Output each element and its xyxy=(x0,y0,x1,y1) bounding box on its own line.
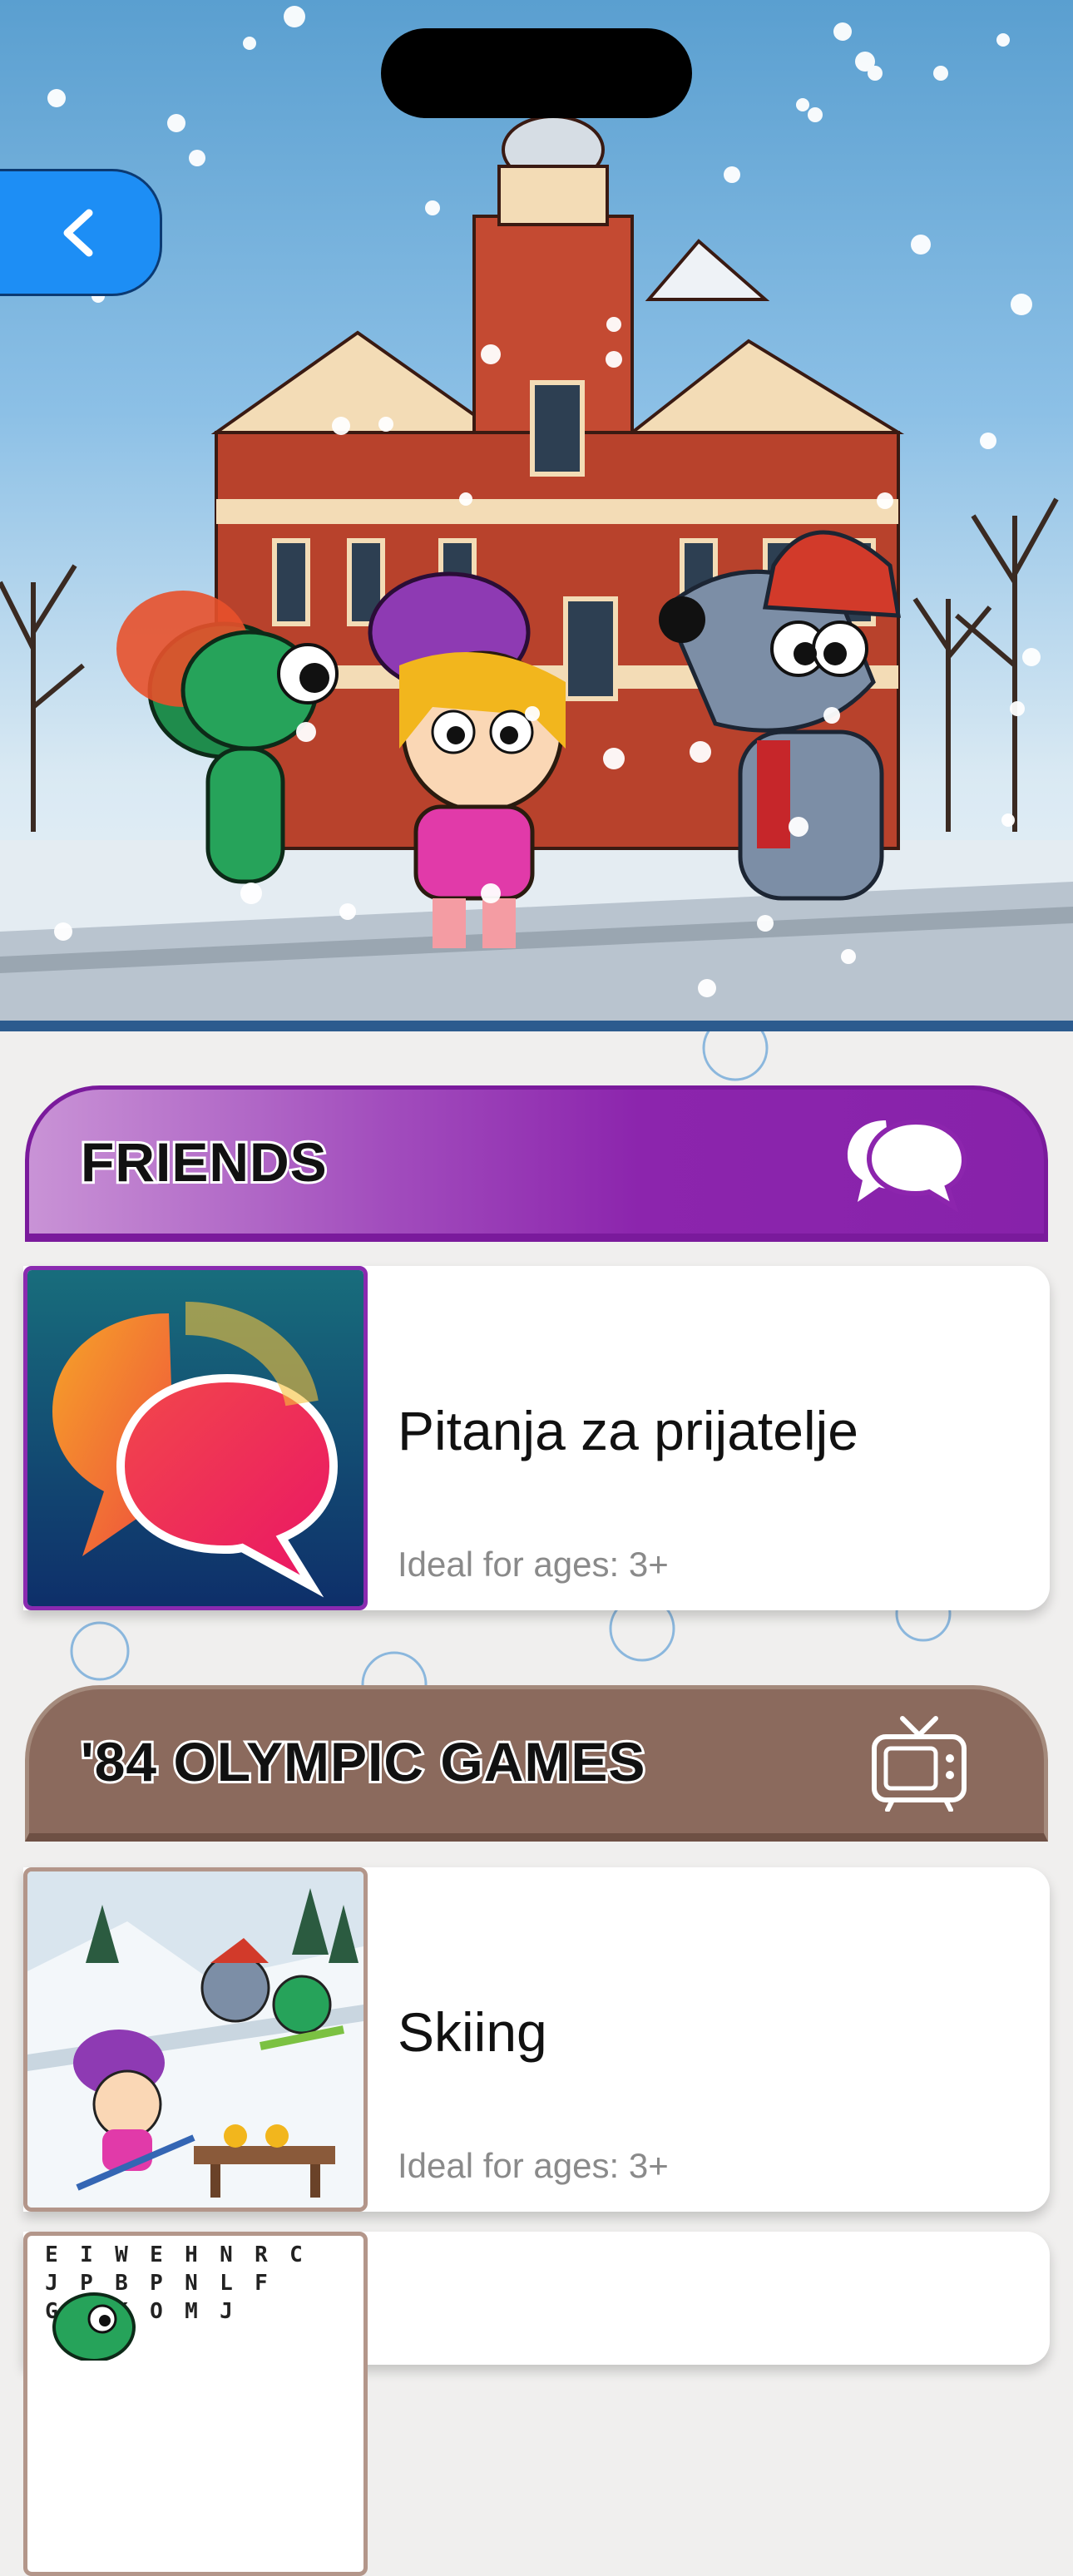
activity-ages: Ideal for ages: 3+ xyxy=(398,1545,669,1584)
grid-letter xyxy=(314,2242,349,2271)
activity-ages: Ideal for ages: 3+ xyxy=(398,2146,669,2185)
chat-app-thumbnail xyxy=(27,1270,363,1606)
grid-letter: I xyxy=(80,2242,93,2267)
grid-letter: L xyxy=(220,2271,233,2296)
activity-thumbnail: E I W E H N R C J P B P N L F G N K O M … xyxy=(23,2232,368,2576)
activity-card-pitanja-za-prijatelje[interactable]: Pitanja za prijatelje Ideal for ages: 3+ xyxy=(23,1266,1050,1610)
section-header-olympic-games: '84 OLYMPIC GAMES xyxy=(25,1685,1048,1842)
section-title: '84 OLYMPIC GAMES xyxy=(78,1728,647,1795)
section-title: FRIENDS xyxy=(78,1129,329,1195)
grid-letter: N xyxy=(220,2242,233,2267)
activity-card-skiing[interactable]: Skiing Ideal for ages: 3+ xyxy=(23,1867,1050,2212)
grid-letter: H xyxy=(185,2242,198,2267)
activity-thumbnail xyxy=(23,1867,368,2212)
activity-thumbnail xyxy=(23,1266,368,1610)
grid-letter: P xyxy=(150,2271,163,2296)
activity-title: Skiing xyxy=(398,2001,547,2063)
grid-letter xyxy=(314,2271,349,2299)
grid-letter: W xyxy=(115,2242,128,2267)
tv-icon xyxy=(872,1715,967,1812)
grid-letter: R xyxy=(255,2242,268,2267)
hero-illustration xyxy=(0,0,1073,1031)
activity-title: Pitanja za prijatelje xyxy=(398,1400,858,1461)
grid-letter: F xyxy=(255,2271,268,2296)
grid-letter: N xyxy=(185,2271,198,2296)
grid-letter: J xyxy=(220,2299,233,2324)
dragon-peek-icon xyxy=(52,2292,136,2361)
section-header-friends: FRIENDS xyxy=(25,1085,1048,1242)
grid-letter xyxy=(279,2271,314,2299)
winter-building-illustration xyxy=(0,6,1073,1023)
grid-letter: C xyxy=(289,2242,303,2267)
back-button[interactable] xyxy=(0,169,162,296)
activity-card-word-search[interactable]: E I W E H N R C J P B P N L F G N K O M … xyxy=(23,2232,1050,2576)
dynamic-island xyxy=(381,28,692,118)
chevron-left-icon xyxy=(63,209,93,256)
grid-letter: M xyxy=(185,2299,198,2324)
skiing-thumbnail xyxy=(27,1871,363,2208)
chat-bubbles-icon xyxy=(848,1119,967,1212)
grid-letter: O xyxy=(150,2299,163,2324)
grid-letter: E xyxy=(45,2242,58,2267)
grid-letter: E xyxy=(150,2242,163,2267)
